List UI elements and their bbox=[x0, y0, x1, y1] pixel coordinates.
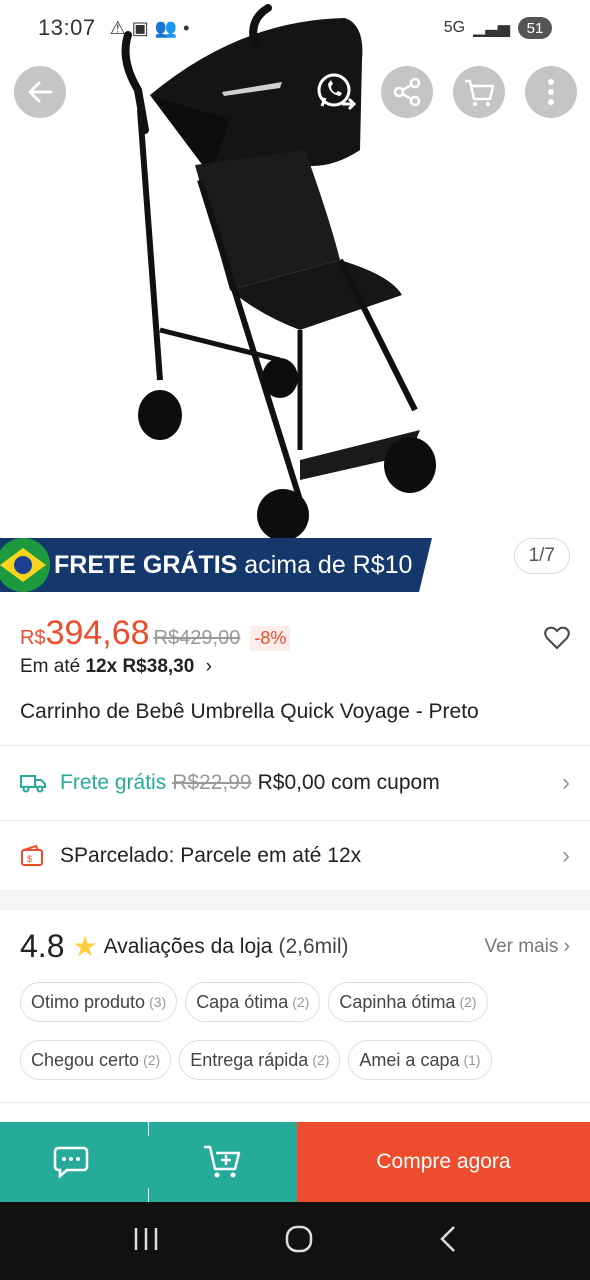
system-nav-bar bbox=[0, 1202, 590, 1280]
status-time: 13:07 bbox=[38, 15, 96, 40]
price-row: R$ 394,68 R$429,00 -8% bbox=[20, 614, 291, 653]
more-icon bbox=[548, 79, 554, 105]
review-tag-chip[interactable]: Capa ótima (2) bbox=[185, 982, 321, 1022]
banner-text: FRETE GRÁTIS acima de R$10 bbox=[54, 550, 413, 579]
rating-count: (2,6mil) bbox=[278, 934, 349, 958]
shipping-label: Frete grátis bbox=[60, 771, 167, 794]
notification-icons: ⚠ ▣ 👥 • bbox=[110, 18, 190, 39]
section-gap bbox=[0, 890, 590, 910]
chevron-right-icon: › bbox=[205, 656, 212, 677]
whatsapp-share-button[interactable] bbox=[314, 70, 358, 119]
home-button[interactable] bbox=[284, 1224, 314, 1259]
buy-now-button[interactable]: Compre agora bbox=[297, 1122, 590, 1202]
cart-icon bbox=[465, 79, 495, 106]
warning-icon: ⚠ bbox=[109, 17, 126, 38]
divider bbox=[0, 820, 590, 821]
brazil-flag-icon bbox=[0, 538, 50, 592]
review-tag-chip[interactable]: Chegou certo (2) bbox=[20, 1040, 172, 1080]
people-icon: 👥 bbox=[154, 17, 178, 38]
rating-label: Avaliações da loja bbox=[103, 934, 273, 958]
discount-badge: -8% bbox=[250, 626, 291, 651]
star-icon: ★ bbox=[72, 931, 98, 962]
signal-icon: ▁▃▅ bbox=[473, 20, 510, 37]
shipping-old-price: R$22,99 bbox=[172, 771, 252, 794]
chevron-right-icon: › bbox=[562, 769, 570, 796]
app-icon: ▣ bbox=[131, 17, 149, 38]
svg-text:$: $ bbox=[27, 854, 32, 864]
share-icon bbox=[393, 77, 421, 107]
review-tag-chip[interactable]: Capinha ótima (2) bbox=[328, 982, 488, 1022]
more-button[interactable] bbox=[525, 66, 577, 118]
back-icon bbox=[28, 81, 53, 103]
rating-value: 4.8 bbox=[20, 928, 65, 964]
shipping-row[interactable]: Frete grátis R$22,99 R$0,00 com cupom › bbox=[20, 755, 570, 811]
dot-icon: • bbox=[183, 17, 190, 38]
back-button[interactable] bbox=[14, 66, 66, 118]
chevron-right-icon: › bbox=[562, 842, 570, 869]
home-icon bbox=[285, 1225, 313, 1252]
image-counter: 1/7 bbox=[513, 538, 570, 574]
review-tag-chip[interactable]: Amei a capa (1) bbox=[348, 1040, 492, 1080]
favorite-button[interactable] bbox=[544, 626, 570, 655]
price-value: 394,68 bbox=[45, 614, 150, 652]
bottom-action-bar: Compre agora bbox=[0, 1122, 590, 1202]
add-to-cart-button[interactable] bbox=[149, 1122, 297, 1202]
free-shipping-banner: FRETE GRÁTIS acima de R$10 bbox=[0, 538, 432, 592]
sparcelado-row[interactable]: $ SParcelado: Parcele em até 12x › bbox=[20, 828, 570, 884]
see-more-link[interactable]: Ver mais › bbox=[484, 936, 570, 958]
price-old: R$429,00 bbox=[153, 627, 241, 649]
divider bbox=[0, 1102, 590, 1103]
shipping-new-price: R$0,00 com cupom bbox=[257, 771, 440, 794]
network-label: 5G bbox=[443, 19, 466, 36]
status-bar: 13:07 ⚠ ▣ 👥 • 5G ▁▃▅ 51 bbox=[0, 0, 590, 56]
cart-button[interactable] bbox=[453, 66, 505, 118]
add-to-cart-icon bbox=[204, 1145, 241, 1178]
heart-icon bbox=[544, 626, 570, 650]
system-back-button[interactable] bbox=[438, 1224, 458, 1259]
recent-apps-button[interactable] bbox=[132, 1226, 160, 1257]
review-tag-chip[interactable]: Entrega rápida (2) bbox=[179, 1040, 341, 1080]
installment-link[interactable]: Em até 12x R$38,30 › bbox=[20, 656, 212, 678]
divider bbox=[0, 745, 590, 746]
price-currency: R$ bbox=[20, 627, 46, 649]
system-back-icon bbox=[440, 1225, 455, 1252]
chat-button[interactable] bbox=[0, 1122, 148, 1202]
whatsapp-share-icon bbox=[317, 73, 357, 111]
shop-rating-row: 4.8 ★ Avaliações da loja (2,6mil) Ver ma… bbox=[20, 928, 570, 965]
sparcelado-label: SParcelado: Parcele em até 12x bbox=[60, 844, 362, 867]
recent-apps-icon bbox=[134, 1227, 158, 1250]
review-tag-chip[interactable]: Otimo produto (3) bbox=[20, 982, 178, 1022]
wallet-icon: $ bbox=[20, 844, 48, 868]
chat-icon bbox=[53, 1146, 89, 1179]
review-tags: Otimo produto (3) Capa ótima (2) Capinha ó… bbox=[20, 982, 570, 1080]
battery-indicator: 51 bbox=[518, 17, 552, 39]
product-title: Carrinho de Bebê Umbrella Quick Voyage -… bbox=[20, 700, 479, 723]
share-button[interactable] bbox=[381, 66, 433, 118]
truck-icon bbox=[20, 771, 48, 795]
